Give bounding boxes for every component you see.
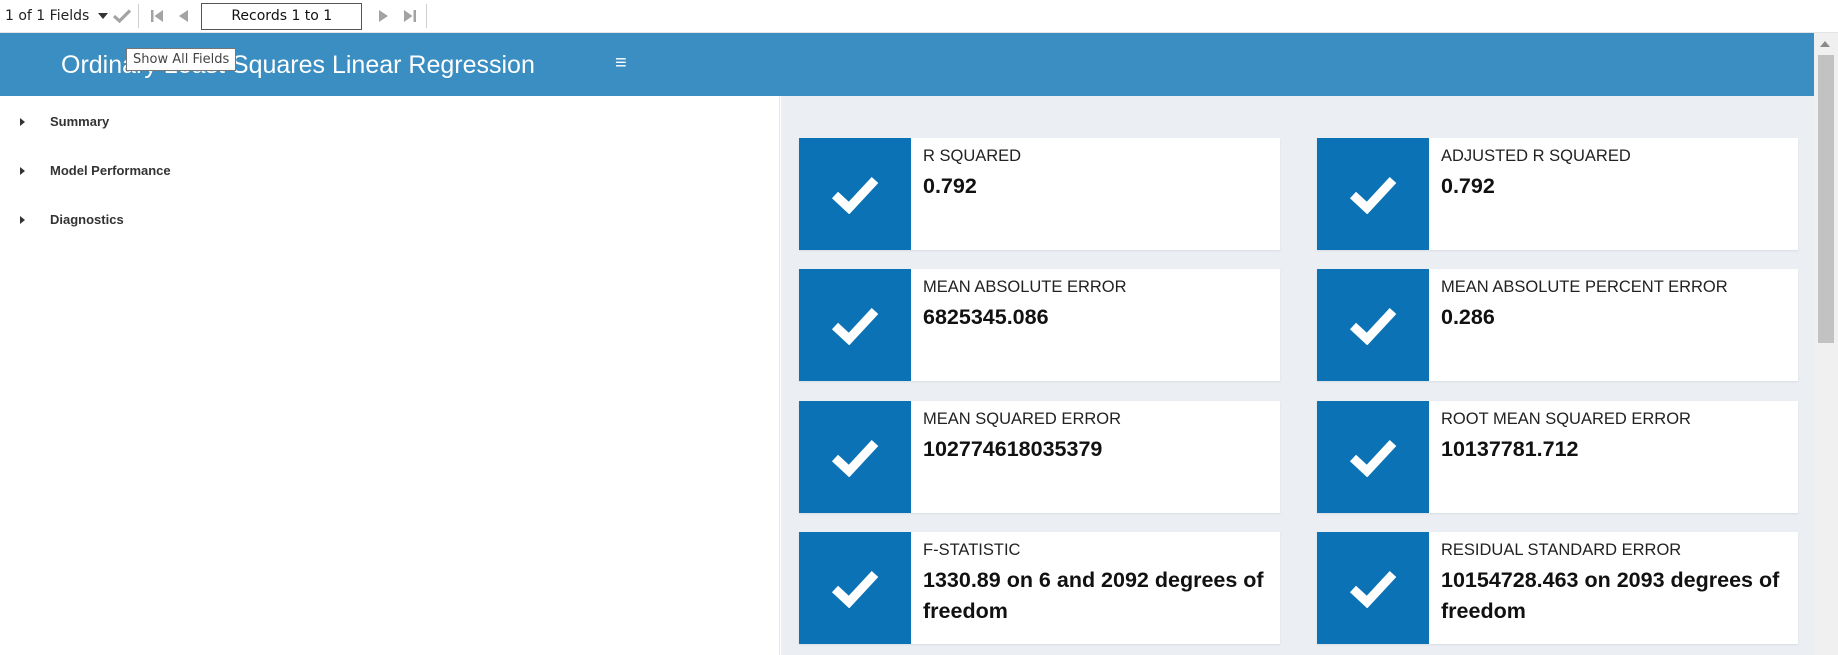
- caret-right-icon: [20, 166, 25, 175]
- first-record-icon: [151, 10, 164, 22]
- metric-card-residual-standard-error: RESIDUAL STANDARD ERROR 10154728.463 on …: [1317, 532, 1798, 644]
- metric-card-mean-absolute-percent-error: MEAN ABSOLUTE PERCENT ERROR 0.286: [1317, 269, 1798, 381]
- metric-card-r-squared: R SQUARED 0.792: [799, 138, 1280, 250]
- metric-label: ADJUSTED R SQUARED: [1441, 147, 1631, 165]
- checkmark-icon: [799, 532, 911, 644]
- fields-label: 1 of 1 Fields: [5, 8, 90, 24]
- metric-card-f-statistic: F-STATISTIC 1330.89 on 6 and 2092 degree…: [799, 532, 1280, 644]
- previous-record-button[interactable]: [171, 4, 195, 28]
- toolbar-separator: [138, 4, 140, 28]
- checkmark-icon: [1317, 269, 1429, 381]
- fields-dropdown[interactable]: 1 of 1 Fields: [5, 8, 109, 24]
- metric-card-mean-squared-error: MEAN SQUARED ERROR 102774618035379: [799, 401, 1280, 513]
- metric-value: 10154728.463 on 2093 degrees of freedom: [1441, 568, 1780, 623]
- next-record-button[interactable]: [372, 4, 396, 28]
- checkmark-icon: [1317, 401, 1429, 513]
- sidebar-item-model-performance[interactable]: Model Performance: [20, 163, 171, 178]
- metric-value: 0.792: [1441, 174, 1495, 198]
- record-toolbar: 1 of 1 Fields Records 1 to 1: [0, 0, 1838, 33]
- sidebar-item-diagnostics[interactable]: Diagnostics: [20, 212, 124, 227]
- metric-label: RESIDUAL STANDARD ERROR: [1441, 541, 1682, 559]
- last-record-icon: [404, 10, 417, 22]
- report-header: Ordinary Least Squares Linear Regression…: [0, 33, 1814, 96]
- checkmark-icon: [799, 138, 911, 250]
- checkmark-icon: [1317, 138, 1429, 250]
- metric-label: ROOT MEAN SQUARED ERROR: [1441, 410, 1691, 428]
- checkmark-icon: [799, 269, 911, 381]
- toolbar-separator: [426, 4, 428, 28]
- metrics-panel: R SQUARED 0.792 ADJUSTED R SQUARED 0.792…: [781, 96, 1814, 655]
- metric-value: 10137781.712: [1441, 437, 1579, 461]
- sidebar-item-label: Summary: [50, 114, 110, 129]
- caret-right-icon: [20, 117, 25, 126]
- metric-value: 102774618035379: [923, 437, 1103, 461]
- checkmark-icon: [1317, 532, 1429, 644]
- caret-down-icon: [98, 13, 109, 19]
- previous-record-icon: [179, 10, 189, 22]
- sidebar-item-summary[interactable]: Summary: [20, 114, 109, 129]
- metric-label: MEAN ABSOLUTE ERROR: [923, 278, 1127, 296]
- metric-value: 1330.89 on 6 and 2092 degrees of freedom: [923, 568, 1264, 623]
- caret-right-icon: [20, 215, 25, 224]
- next-record-icon: [379, 10, 389, 22]
- sidebar: Summary Model Performance Diagnostics: [0, 96, 780, 655]
- last-record-button[interactable]: [398, 4, 422, 28]
- checkmark-icon: [113, 9, 132, 23]
- records-range-field[interactable]: Records 1 to 1: [201, 2, 363, 30]
- first-record-button[interactable]: [145, 4, 169, 28]
- metric-label: R SQUARED: [923, 147, 1022, 165]
- scroll-up-arrow-icon[interactable]: [1820, 41, 1830, 47]
- metric-value: 0.792: [923, 174, 977, 198]
- scrollbar-thumb[interactable]: [1818, 55, 1834, 343]
- hamburger-menu-icon[interactable]: ≡: [615, 53, 627, 73]
- metric-label: MEAN ABSOLUTE PERCENT ERROR: [1441, 278, 1728, 296]
- metric-value: 6825345.086: [923, 305, 1049, 329]
- apply-checkmark-button[interactable]: [110, 4, 134, 28]
- metric-value: 0.286: [1441, 305, 1495, 329]
- metric-label: MEAN SQUARED ERROR: [923, 410, 1122, 428]
- metric-card-adjusted-r-squared: ADJUSTED R SQUARED 0.792: [1317, 138, 1798, 250]
- checkmark-icon: [799, 401, 911, 513]
- metric-label: F-STATISTIC: [923, 541, 1021, 559]
- sidebar-item-label: Model Performance: [50, 163, 171, 178]
- sidebar-item-label: Diagnostics: [50, 212, 124, 227]
- show-all-fields-tooltip: Show All Fields: [126, 48, 237, 71]
- metric-card-mean-absolute-error: MEAN ABSOLUTE ERROR 6825345.086: [799, 269, 1280, 381]
- vertical-scrollbar[interactable]: [1814, 33, 1838, 655]
- records-range-label: Records 1 to 1: [231, 8, 333, 24]
- metric-card-root-mean-squared-error: ROOT MEAN SQUARED ERROR 10137781.712: [1317, 401, 1798, 513]
